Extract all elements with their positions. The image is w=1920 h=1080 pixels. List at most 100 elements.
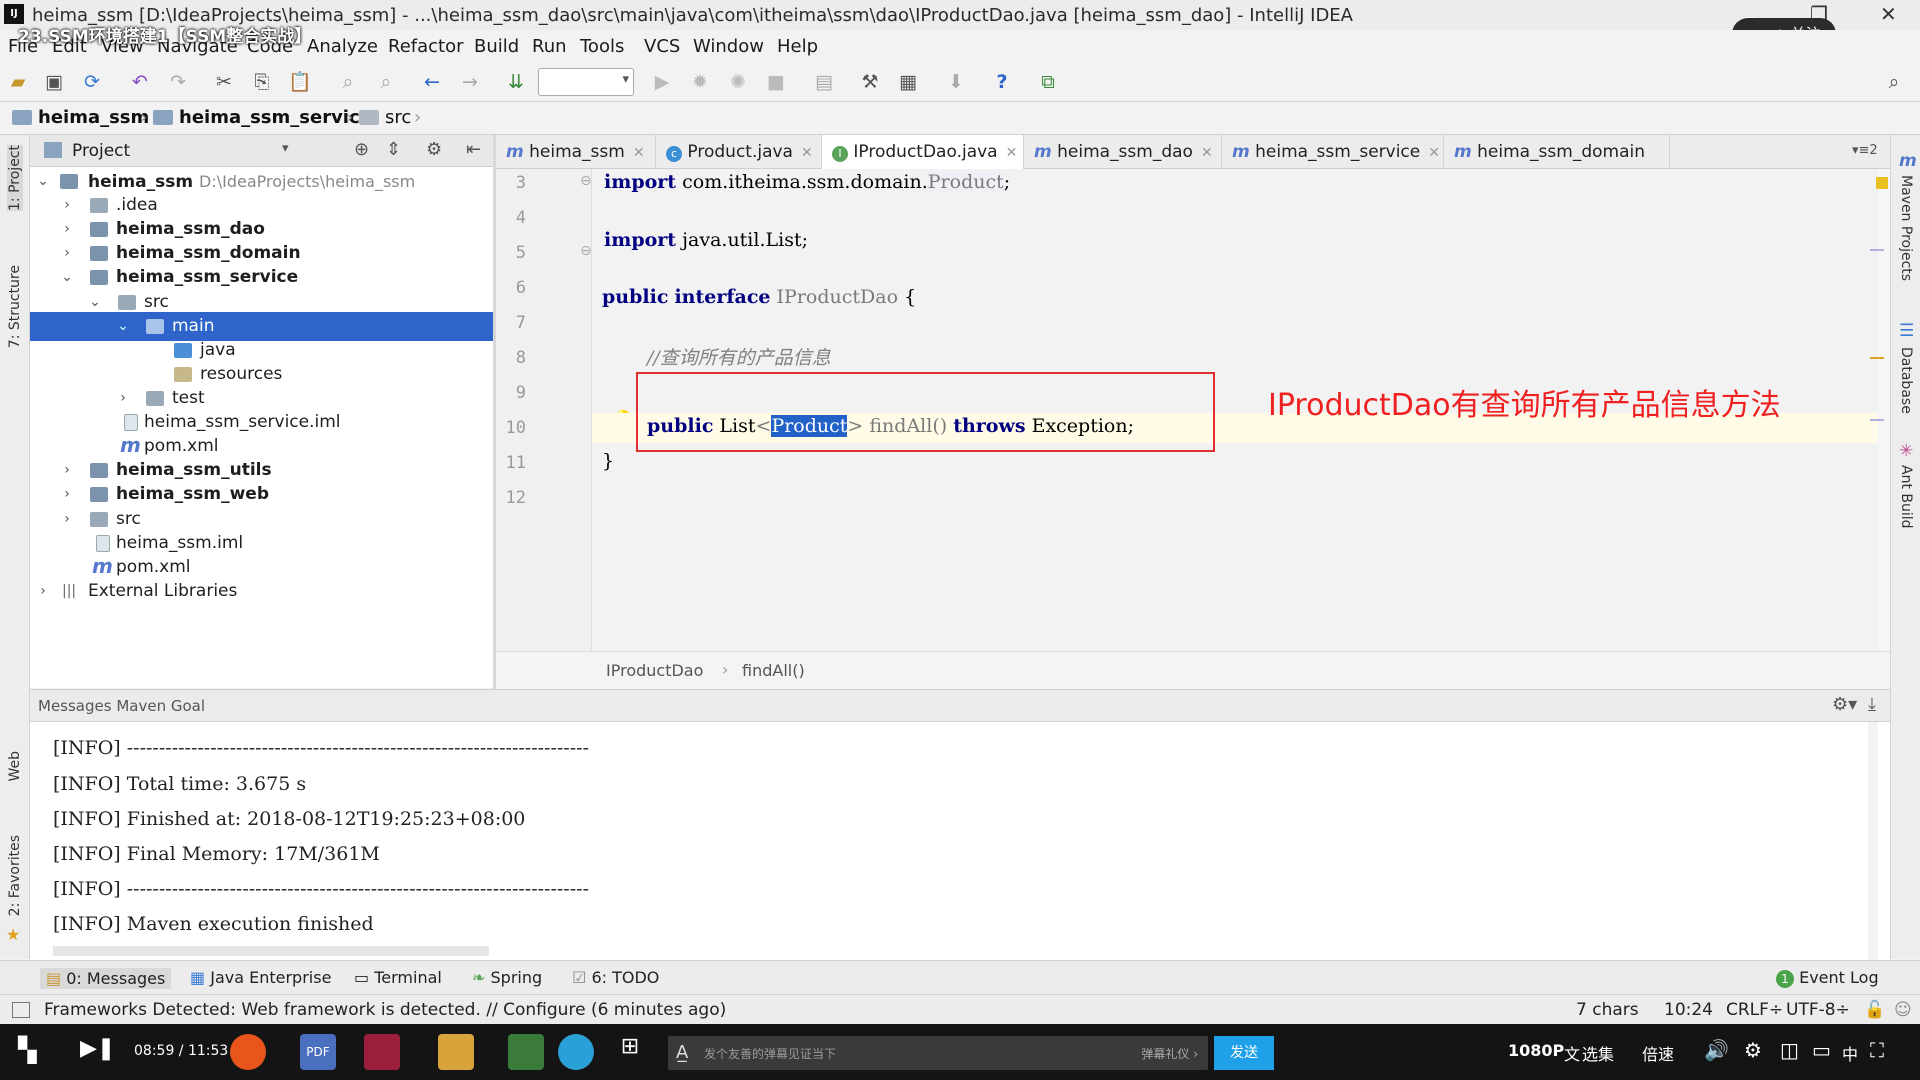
minimize-panel-icon[interactable]: ⤓: [1868, 694, 1876, 715]
save-icon[interactable]: ▣: [42, 70, 66, 94]
redo-icon[interactable]: ↷: [166, 70, 190, 94]
file-explorer-icon[interactable]: [438, 1034, 474, 1070]
status-message[interactable]: Frameworks Detected: Web framework is de…: [44, 1000, 726, 1020]
tab-terminal[interactable]: ▭ Terminal: [354, 968, 442, 987]
fold-icon[interactable]: ⊖: [580, 173, 592, 189]
search-everywhere-icon[interactable]: ⌕: [1882, 70, 1906, 94]
chevron-right-icon[interactable]: ›: [36, 577, 50, 606]
cut-icon[interactable]: ✂: [212, 70, 236, 94]
hide-panel-icon[interactable]: ⇤: [466, 139, 481, 160]
tool-window-structure[interactable]: 7: Structure: [7, 265, 23, 348]
settings-icon[interactable]: ⚙: [1744, 1038, 1762, 1062]
status-line-separator[interactable]: CRLF÷: [1726, 1000, 1783, 1020]
tool-window-ant[interactable]: Ant Build: [1898, 465, 1914, 529]
settings-wrench-icon[interactable]: ⚒: [858, 70, 882, 94]
tree-item-external-libraries[interactable]: › ||| External Libraries: [30, 577, 493, 606]
spreadsheet-icon[interactable]: [508, 1034, 544, 1070]
open-folder-icon[interactable]: ▰: [6, 70, 30, 94]
paste-icon[interactable]: 📋: [288, 70, 312, 94]
debug-icon[interactable]: ✹: [688, 70, 712, 94]
play-next-icon[interactable]: ▶❚: [80, 1036, 115, 1061]
tool-window-web[interactable]: Web: [7, 751, 23, 782]
fold-icon[interactable]: ⊖: [580, 243, 592, 259]
tab-spring[interactable]: ❧ Spring: [472, 968, 542, 987]
tool-window-project[interactable]: 1: Project: [7, 145, 23, 211]
gear-icon[interactable]: ⚙: [426, 139, 442, 160]
tab-java-enterprise[interactable]: ▦ Java Enterprise: [190, 968, 331, 987]
close-icon[interactable]: ✕: [633, 145, 645, 161]
close-icon[interactable]: ✕: [801, 145, 813, 161]
episodes-button[interactable]: 选集: [1582, 1041, 1614, 1065]
target-icon[interactable]: ⊕: [354, 139, 369, 160]
forward-icon[interactable]: →: [458, 70, 482, 94]
warning-marker[interactable]: [1876, 177, 1888, 189]
tab-todo[interactable]: ☑ 6: TODO: [572, 968, 659, 987]
menu-window[interactable]: Window: [693, 36, 764, 57]
close-icon[interactable]: ✕: [1880, 2, 1897, 26]
status-caret-position[interactable]: 10:24: [1664, 1000, 1713, 1020]
tab-event-log[interactable]: 1 Event Log: [1776, 968, 1879, 988]
inspector-icon[interactable]: ☺: [1894, 1000, 1912, 1020]
tool-window-maven[interactable]: Maven Projects: [1898, 175, 1914, 281]
pdf-icon[interactable]: PDF: [300, 1034, 336, 1070]
chevron-down-icon[interactable]: ▾: [282, 141, 289, 156]
tab-heima-ssm-dao[interactable]: m heima_ssm_dao ✕: [1024, 135, 1222, 169]
plugin-icon[interactable]: ⧉: [1036, 70, 1060, 94]
messages-output[interactable]: [INFO] ---------------------------------…: [30, 722, 1890, 960]
menu-build[interactable]: Build: [474, 36, 519, 57]
breadcrumb-item[interactable]: heima_ssm: [12, 107, 149, 128]
breadcrumb-item[interactable]: findAll(): [742, 661, 805, 680]
collapse-all-icon[interactable]: ⇕: [386, 139, 401, 160]
volume-icon[interactable]: 🔊: [1704, 1038, 1729, 1062]
project-structure-icon[interactable]: ▦: [896, 70, 920, 94]
fullscreen-icon[interactable]: ⛶: [1870, 1038, 1884, 1062]
coverage-icon[interactable]: ✺: [726, 70, 750, 94]
tool-window-database[interactable]: Database: [1898, 347, 1914, 414]
sdk-icon[interactable]: ⬇: [944, 70, 968, 94]
breadcrumb-item[interactable]: IProductDao: [606, 661, 703, 680]
danmu-etiquette-link[interactable]: 弹幕礼仪 ›: [1141, 1045, 1198, 1062]
quality-select[interactable]: 1080P: [1508, 1041, 1564, 1060]
close-icon[interactable]: ✕: [1428, 145, 1440, 161]
editor-scrollbar[interactable]: [1870, 169, 1890, 651]
lock-icon[interactable]: 🔓: [1864, 1000, 1885, 1020]
danmaku-icon[interactable]: ◫: [1780, 1038, 1799, 1062]
intellij-taskbar-icon[interactable]: [364, 1034, 400, 1070]
status-encoding[interactable]: UTF-8÷: [1786, 1000, 1850, 1020]
firefox-icon[interactable]: [230, 1034, 266, 1070]
copy-icon[interactable]: ⎘: [250, 70, 274, 94]
help-icon[interactable]: ?: [990, 70, 1014, 94]
menu-vcs[interactable]: VCS: [644, 36, 680, 57]
find-icon[interactable]: ⌕: [336, 70, 360, 94]
menu-refactor[interactable]: Refactor: [388, 36, 464, 57]
menu-tools[interactable]: Tools: [580, 36, 624, 57]
back-icon[interactable]: ←: [420, 70, 444, 94]
close-icon[interactable]: ✕: [1201, 145, 1213, 161]
tab-messages[interactable]: ▤ 0: Messages: [40, 968, 172, 989]
browser-icon[interactable]: [558, 1034, 594, 1070]
danmu-style-icon[interactable]: A̲: [676, 1042, 688, 1063]
tool-windows-toggle-icon[interactable]: [12, 1002, 30, 1018]
tab-heima-ssm[interactable]: m heima_ssm ✕: [496, 135, 656, 169]
menu-analyze[interactable]: Analyze: [307, 36, 378, 57]
close-icon[interactable]: ✕: [1006, 145, 1018, 161]
tab-iproductdao-java[interactable]: I IProductDao.java ✕: [822, 135, 1024, 169]
danmu-toggle-icon[interactable]: ⊞: [612, 1034, 648, 1070]
breadcrumb-item[interactable]: src: [359, 107, 411, 128]
structure-icon[interactable]: ▤: [812, 70, 836, 94]
tab-heima-ssm-domain[interactable]: m heima_ssm_domain: [1444, 135, 1670, 169]
speed-button[interactable]: 倍速: [1642, 1041, 1674, 1065]
project-view-select[interactable]: Project: [72, 141, 130, 161]
build-icon[interactable]: ⇊: [504, 70, 528, 94]
stop-icon[interactable]: ■: [764, 70, 788, 94]
send-button[interactable]: 发送: [1214, 1036, 1274, 1070]
run-icon[interactable]: ▶: [650, 70, 674, 94]
tab-heima-ssm-service[interactable]: m heima_ssm_service ✕: [1222, 135, 1444, 169]
windows-start-icon[interactable]: ▚: [18, 1036, 36, 1064]
run-config-select[interactable]: ▾: [538, 68, 634, 96]
tool-window-favorites[interactable]: 2: Favorites: [7, 835, 23, 916]
pip-icon[interactable]: ▭: [1812, 1038, 1831, 1062]
gear-icon[interactable]: ⚙▾: [1832, 694, 1857, 715]
sync-icon[interactable]: ⟳: [80, 70, 104, 94]
breadcrumb-item[interactable]: heima_ssm_service: [153, 107, 372, 128]
